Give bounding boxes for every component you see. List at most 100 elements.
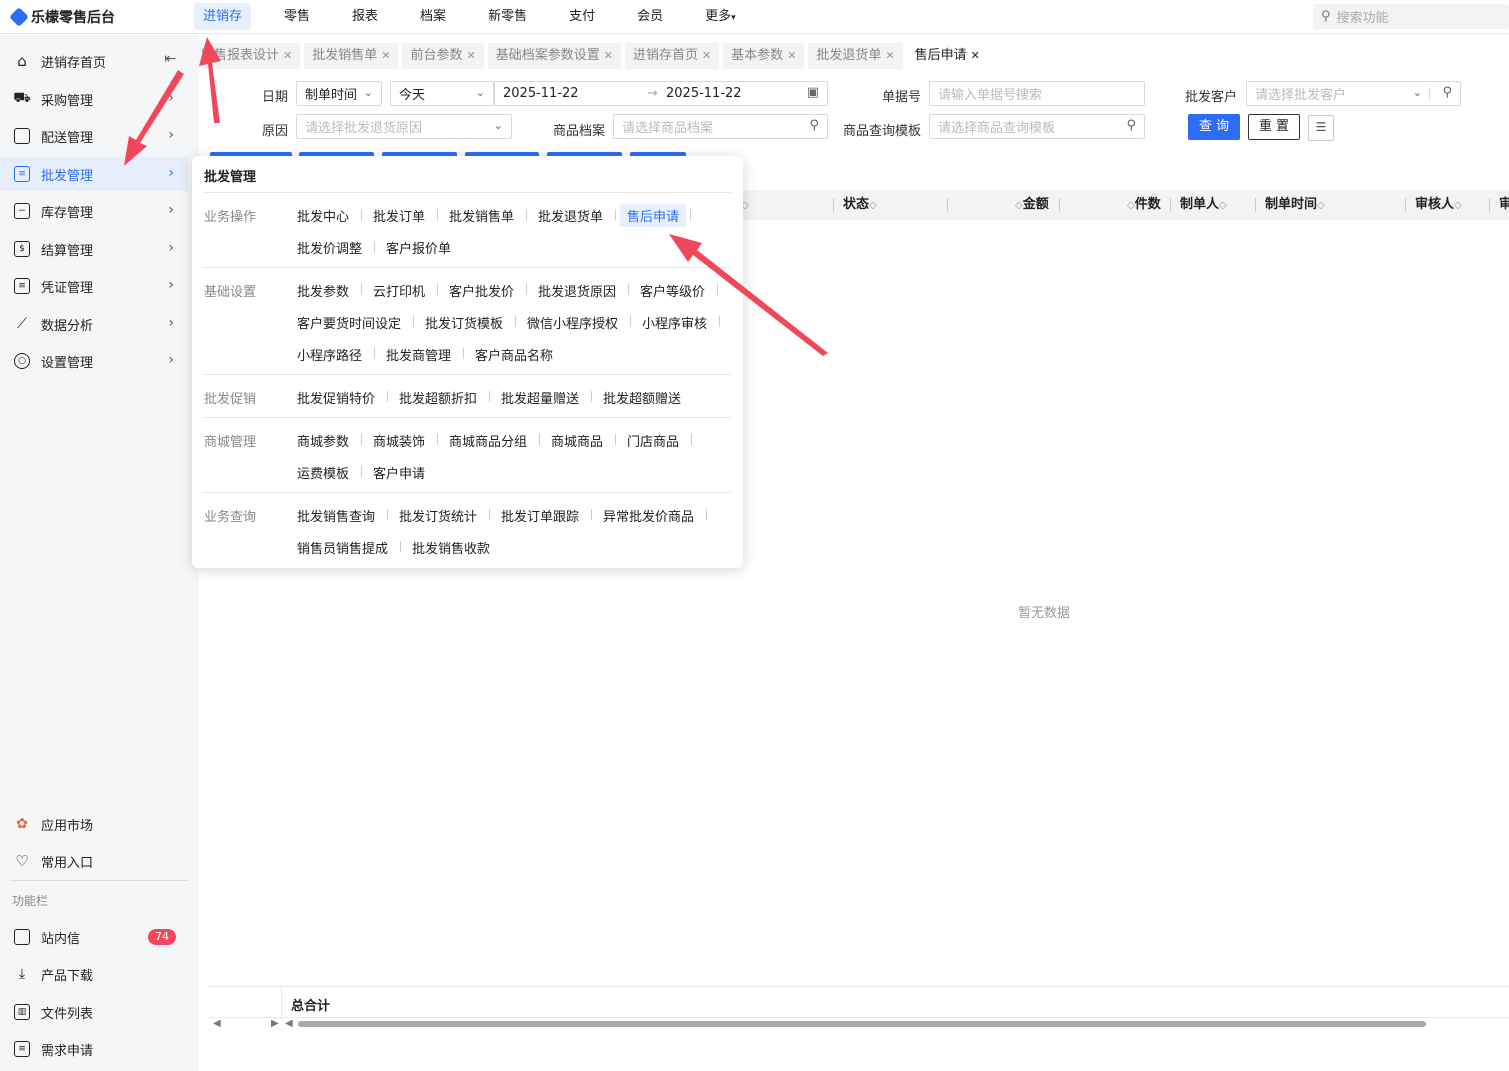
date-type-select[interactable]: 制单时间 ⌄ bbox=[296, 81, 382, 106]
menu-item[interactable]: 批发销售单 bbox=[449, 206, 514, 225]
menu-item[interactable]: 门店商品 bbox=[627, 431, 679, 450]
topnav-new-retail[interactable]: 新零售 bbox=[479, 3, 536, 30]
menu-item[interactable]: 批发超额赠送 bbox=[603, 388, 681, 407]
reason-select[interactable]: 请选择批发退货原因 ⌄ bbox=[296, 114, 512, 139]
menu-item[interactable]: 异常批发价商品 bbox=[603, 506, 694, 525]
template-input[interactable]: 请选择商品查询模板 ⚲ bbox=[929, 114, 1145, 139]
scroll-left-icon[interactable]: ◀ bbox=[213, 1018, 221, 1029]
topnav-payment[interactable]: 支付 bbox=[560, 3, 604, 30]
close-icon[interactable]: ✕ bbox=[885, 49, 894, 62]
col-amount[interactable]: ◇金额 bbox=[1015, 190, 1049, 220]
menu-item[interactable]: 批发退货原因 bbox=[538, 281, 616, 300]
date-range-select[interactable]: 今天 ⌄ bbox=[390, 81, 494, 106]
menu-item[interactable]: 批发中心 bbox=[297, 206, 349, 225]
close-icon[interactable]: ✕ bbox=[466, 49, 475, 62]
col-review-truncated[interactable]: 审 bbox=[1499, 190, 1509, 220]
sidebar-item-home[interactable]: ⌂ 进销存首页 ⇤ bbox=[0, 44, 188, 78]
topnav-retail[interactable]: 零售 bbox=[275, 3, 319, 30]
menu-item[interactable]: 商城装饰 bbox=[373, 431, 425, 450]
scrollbar-thumb[interactable] bbox=[298, 1021, 1426, 1027]
date-range-picker[interactable]: 2025-11-22 → 2025-11-22 ▣ bbox=[494, 81, 828, 106]
menu-item[interactable]: 批发促销特价 bbox=[297, 388, 375, 407]
menu-item-after-sales[interactable]: 售后申请 bbox=[620, 204, 687, 227]
menu-item[interactable]: 批发订单跟踪 bbox=[501, 506, 579, 525]
sidebar-item-settlement[interactable]: $ 结算管理 › bbox=[0, 232, 188, 266]
sidebar-requests[interactable]: ≡ 需求申请 bbox=[0, 1032, 188, 1066]
tab-wholesale-return[interactable]: 批发退货单 ✕ bbox=[808, 43, 903, 69]
horizontal-scrollbar[interactable]: ◀ ▶ ◀ bbox=[209, 1018, 1509, 1030]
goods-input[interactable]: 请选择商品档案 ⚲ bbox=[613, 114, 828, 139]
menu-item[interactable]: 批发销售查询 bbox=[297, 506, 375, 525]
sidebar-app-market[interactable]: ✿ 应用市场 bbox=[0, 807, 188, 841]
doc-no-input[interactable]: 请输入单据号搜索 bbox=[929, 81, 1145, 106]
col-created-time[interactable]: 制单时间◇ bbox=[1265, 190, 1325, 220]
scroll-left-icon[interactable]: ◀ bbox=[285, 1018, 293, 1029]
tab-after-sales[interactable]: 售后申请 ✕ bbox=[906, 43, 988, 69]
sidebar-item-inventory[interactable]: − 库存管理 › bbox=[0, 194, 188, 228]
search-icon[interactable]: ⚲ bbox=[809, 118, 819, 133]
menu-item[interactable]: 商城商品 bbox=[551, 431, 603, 450]
topnav-jinxiaocun[interactable]: 进销存 bbox=[194, 3, 252, 30]
sidebar-item-wholesale[interactable]: ≡ 批发管理 › bbox=[0, 157, 188, 191]
scroll-right-icon[interactable]: ▶ bbox=[271, 1018, 279, 1029]
col-status[interactable]: 状态◇ bbox=[843, 190, 877, 220]
menu-item[interactable]: 小程序路径 bbox=[297, 345, 362, 364]
search-icon[interactable]: ⚲ bbox=[1442, 85, 1452, 100]
sidebar-favorites[interactable]: ♡ 常用入口 bbox=[0, 844, 188, 878]
sidebar-download[interactable]: ⤓ 产品下载 bbox=[0, 957, 188, 991]
topnav-more[interactable]: 更多▾ bbox=[696, 3, 745, 30]
menu-item[interactable]: 批发价调整 bbox=[297, 238, 362, 257]
menu-item[interactable]: 批发退货单 bbox=[538, 206, 603, 225]
menu-item[interactable]: 小程序审核 bbox=[642, 313, 707, 332]
menu-item[interactable]: 客户报价单 bbox=[386, 238, 451, 257]
close-icon[interactable]: ✕ bbox=[702, 49, 711, 62]
col-creator[interactable]: 制单人◇ bbox=[1180, 190, 1227, 220]
menu-item[interactable]: 批发订货统计 bbox=[399, 506, 477, 525]
menu-item[interactable]: 微信小程序授权 bbox=[527, 313, 618, 332]
menu-item[interactable]: 批发销售收款 bbox=[412, 538, 490, 557]
customer-select[interactable]: 请选择批发客户 ⌄ ⚲ bbox=[1246, 81, 1461, 106]
menu-item[interactable]: 批发超额折扣 bbox=[399, 388, 477, 407]
menu-item[interactable]: 销售员销售提成 bbox=[297, 538, 388, 557]
col-quantity[interactable]: ◇件数 bbox=[1127, 190, 1161, 220]
menu-item[interactable]: 云打印机 bbox=[373, 281, 425, 300]
sidebar-item-purchase[interactable]: ⛟ 采购管理 › bbox=[0, 82, 188, 116]
close-icon[interactable]: ✕ bbox=[604, 49, 613, 62]
topnav-archives[interactable]: 档案 bbox=[411, 3, 455, 30]
tab-wholesale-sales[interactable]: 批发销售单 ✕ bbox=[304, 43, 399, 69]
function-search-input[interactable]: ⚲ 搜索功能 bbox=[1313, 4, 1509, 29]
col-reviewer[interactable]: 审核人◇ bbox=[1415, 190, 1462, 220]
menu-item[interactable]: 客户等级价 bbox=[640, 281, 705, 300]
sidebar-item-delivery[interactable]: 配送管理 › bbox=[0, 119, 188, 153]
tab-archive-params[interactable]: 基础档案参数设置 ✕ bbox=[487, 43, 621, 69]
close-icon[interactable]: ✕ bbox=[971, 49, 980, 62]
menu-item[interactable]: 运费模板 bbox=[297, 463, 349, 482]
tab-retail-report-design[interactable]: 零售报表设计 ✕ bbox=[199, 43, 301, 69]
menu-item[interactable]: 商城商品分组 bbox=[449, 431, 527, 450]
sidebar-item-voucher[interactable]: ≡ 凭证管理 › bbox=[0, 269, 188, 303]
tab-basic-params[interactable]: 基本参数 ✕ bbox=[723, 43, 805, 69]
reset-button[interactable]: 重 置 bbox=[1248, 114, 1300, 140]
menu-item[interactable]: 客户商品名称 bbox=[475, 345, 553, 364]
menu-item[interactable]: 客户批发价 bbox=[449, 281, 514, 300]
menu-item[interactable]: 客户要货时间设定 bbox=[297, 313, 401, 332]
menu-item[interactable]: 批发商管理 bbox=[386, 345, 451, 364]
topnav-reports[interactable]: 报表 bbox=[343, 3, 387, 30]
close-icon[interactable]: ✕ bbox=[787, 49, 796, 62]
topnav-member[interactable]: 会员 bbox=[628, 3, 672, 30]
collapse-sidebar-icon[interactable]: ⇤ bbox=[164, 51, 176, 67]
search-icon[interactable]: ⚲ bbox=[1126, 118, 1136, 133]
menu-item[interactable]: 客户申请 bbox=[373, 463, 425, 482]
sidebar-messages[interactable]: 站内信 74 bbox=[0, 920, 188, 954]
menu-item[interactable]: 批发超量赠送 bbox=[501, 388, 579, 407]
sidebar-files[interactable]: ▥ 文件列表 bbox=[0, 995, 188, 1029]
close-icon[interactable]: ✕ bbox=[381, 49, 390, 62]
sidebar-item-analytics[interactable]: ⟋ 数据分析 › bbox=[0, 307, 188, 341]
column-settings-icon[interactable]: ☰ bbox=[1308, 115, 1334, 141]
menu-item[interactable]: 商城参数 bbox=[297, 431, 349, 450]
menu-item[interactable]: 批发参数 bbox=[297, 281, 349, 300]
tab-front-params[interactable]: 前台参数 ✕ bbox=[402, 43, 484, 69]
close-icon[interactable]: ✕ bbox=[283, 49, 292, 62]
tab-jxc-home[interactable]: 进销存首页 ✕ bbox=[624, 43, 720, 69]
sidebar-item-settings[interactable]: ○ 设置管理 › bbox=[0, 344, 188, 378]
